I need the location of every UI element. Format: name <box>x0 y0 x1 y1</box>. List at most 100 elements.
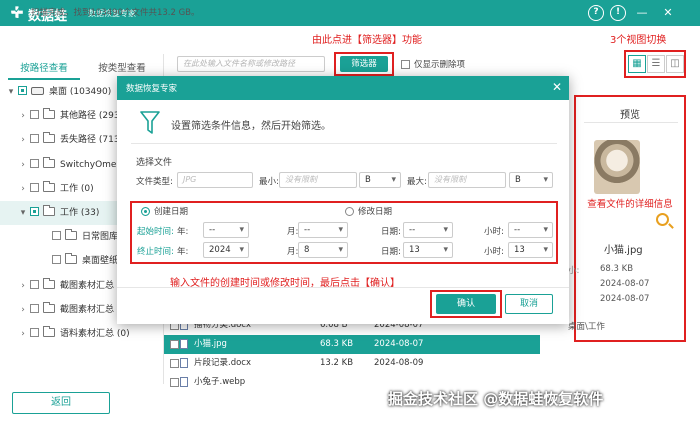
preview-title: 预览 <box>620 110 640 121</box>
radio-created-date[interactable] <box>141 207 150 216</box>
folder-icon <box>65 229 77 241</box>
start-time-label: 起始时间: <box>137 227 174 237</box>
file-type-input[interactable]: JPG <box>177 172 253 188</box>
chevron-icon[interactable]: › <box>18 153 28 177</box>
file-size: 13.2 KB <box>320 358 354 368</box>
folder-icon <box>65 253 77 265</box>
tree-checkbox[interactable] <box>30 158 39 168</box>
chevron-icon[interactable]: › <box>18 274 28 298</box>
dialog-header <box>117 76 569 100</box>
annotation-box-preview <box>574 95 686 342</box>
folder-icon <box>43 326 55 337</box>
meta-label-fragment: 小: <box>568 266 580 276</box>
dialog-footer-divider <box>117 287 569 288</box>
preview-modified: 2024-08-07 <box>600 294 650 304</box>
tree-checkbox[interactable] <box>52 231 61 241</box>
folder-icon <box>43 156 55 168</box>
start-month-select[interactable]: -- <box>298 222 348 238</box>
end-month-label: 月: <box>287 247 299 257</box>
grid-view-icon[interactable]: ▦ <box>628 55 646 73</box>
tree-checkbox[interactable] <box>18 86 27 95</box>
radio-created-label: 创建日期 <box>154 207 189 217</box>
end-day-select[interactable]: 13 <box>403 242 453 258</box>
tree-item[interactable]: › 语料素材汇总 (0) <box>0 322 164 346</box>
dialog-divider <box>131 143 557 144</box>
chevron-icon[interactable]: › <box>18 298 28 322</box>
chevron-icon[interactable]: › <box>18 104 28 128</box>
preview-created: 2024-08-07 <box>600 279 650 289</box>
close-window-button[interactable]: ✕ <box>660 5 676 21</box>
help-icon[interactable]: ? <box>588 5 604 21</box>
start-hour-label: 小时: <box>484 227 504 237</box>
file-type-icon <box>180 339 188 349</box>
file-name: 片段记录.docx <box>194 358 252 368</box>
file-size: 68.3 KB <box>320 339 354 349</box>
tree-checkbox[interactable] <box>52 255 61 265</box>
tree-checkbox[interactable] <box>30 134 39 144</box>
magnifier-icon[interactable] <box>656 213 669 226</box>
search-input[interactable]: 在此处输入文件名称或修改路径 <box>177 56 325 72</box>
tree-checkbox[interactable] <box>30 279 39 289</box>
confirm-button[interactable]: 确认 <box>436 294 496 314</box>
preview-caption: 查看文件的详细信息 <box>587 199 673 210</box>
chevron-icon[interactable]: › <box>18 128 28 152</box>
tree-item-label: 工作 (33) <box>60 208 100 218</box>
drive-icon <box>31 86 44 95</box>
max-unit-select[interactable]: B <box>509 172 553 188</box>
max-size-input[interactable]: 没有限制 <box>428 172 506 188</box>
min-unit-select[interactable]: B <box>359 172 401 188</box>
tree-checkbox[interactable] <box>30 182 39 192</box>
cancel-button[interactable]: 取消 <box>505 294 553 314</box>
funnel-icon <box>140 111 160 134</box>
preview-folder: 桌面\工作 <box>568 322 605 332</box>
tree-item-label: 语料素材汇总 (0) <box>60 329 130 339</box>
end-day-label: 日期: <box>381 247 401 257</box>
start-hour-select[interactable]: -- <box>508 222 553 238</box>
dialog-close-button[interactable]: ✕ <box>550 80 564 94</box>
file-checkbox[interactable] <box>170 340 179 349</box>
filter-button[interactable]: 筛选器 <box>340 56 388 72</box>
file-row[interactable]: 小猫.jpg 68.3 KB 2024-08-07 <box>164 335 540 354</box>
file-checkbox[interactable] <box>170 359 179 368</box>
file-type-icon <box>180 358 188 368</box>
file-row[interactable]: 片段记录.docx 13.2 KB 2024-08-09 <box>164 354 540 373</box>
file-checkbox[interactable] <box>170 378 179 387</box>
end-year-select[interactable]: 2024 <box>203 242 249 258</box>
annotation-views: 3个视图切换 <box>610 35 667 46</box>
start-day-label: 日期: <box>381 227 401 237</box>
tab-by-path[interactable]: 按路径查看 <box>8 58 80 80</box>
folder-icon <box>43 301 55 313</box>
file-date: 2024-08-07 <box>374 339 424 349</box>
info-icon[interactable]: ! <box>610 5 626 21</box>
start-day-select[interactable]: -- <box>403 222 453 238</box>
file-name: 小猫.jpg <box>194 339 227 349</box>
start-year-select[interactable]: -- <box>203 222 249 238</box>
end-month-select[interactable]: 8 <box>298 242 348 258</box>
end-hour-label: 小时: <box>484 247 504 257</box>
start-month-label: 月: <box>287 227 299 237</box>
chevron-icon[interactable]: › <box>18 177 28 201</box>
min-size-input[interactable]: 没有限制 <box>279 172 357 188</box>
tree-checkbox[interactable] <box>30 110 39 120</box>
check-icon: ✓ <box>10 3 26 19</box>
chevron-icon[interactable]: ▾ <box>18 201 28 225</box>
tree-item-label: 其他路径 (2935 <box>60 111 126 122</box>
preview-filename: 小猫.jpg <box>604 245 643 256</box>
dialog-hint: 设置筛选条件信息，然后开始筛选。 <box>171 121 331 132</box>
back-button[interactable]: 返回 <box>12 392 110 414</box>
only-deleted-label: 仅显示删除项 <box>414 60 466 70</box>
only-deleted-checkbox[interactable] <box>401 60 410 69</box>
radio-modified-date[interactable] <box>345 207 354 216</box>
list-view-icon[interactable]: ☰ <box>647 55 665 73</box>
chevron-icon[interactable]: › <box>18 322 28 346</box>
tree-checkbox[interactable] <box>30 328 39 337</box>
cat-image-thumbnail <box>594 140 640 194</box>
chevron-icon[interactable]: ▾ <box>6 80 16 104</box>
tree-checkbox[interactable] <box>30 207 39 216</box>
minimize-button[interactable]: — <box>634 5 650 21</box>
tree-checkbox[interactable] <box>30 303 39 313</box>
scan-status-text: 扫描完成。找到103490个文件共13.2 GB。 <box>31 8 200 18</box>
tree-item-label: 丢失路径 (7139 <box>60 135 126 146</box>
preview-view-icon[interactable]: ◫ <box>666 55 684 73</box>
end-hour-select[interactable]: 13 <box>508 242 553 258</box>
